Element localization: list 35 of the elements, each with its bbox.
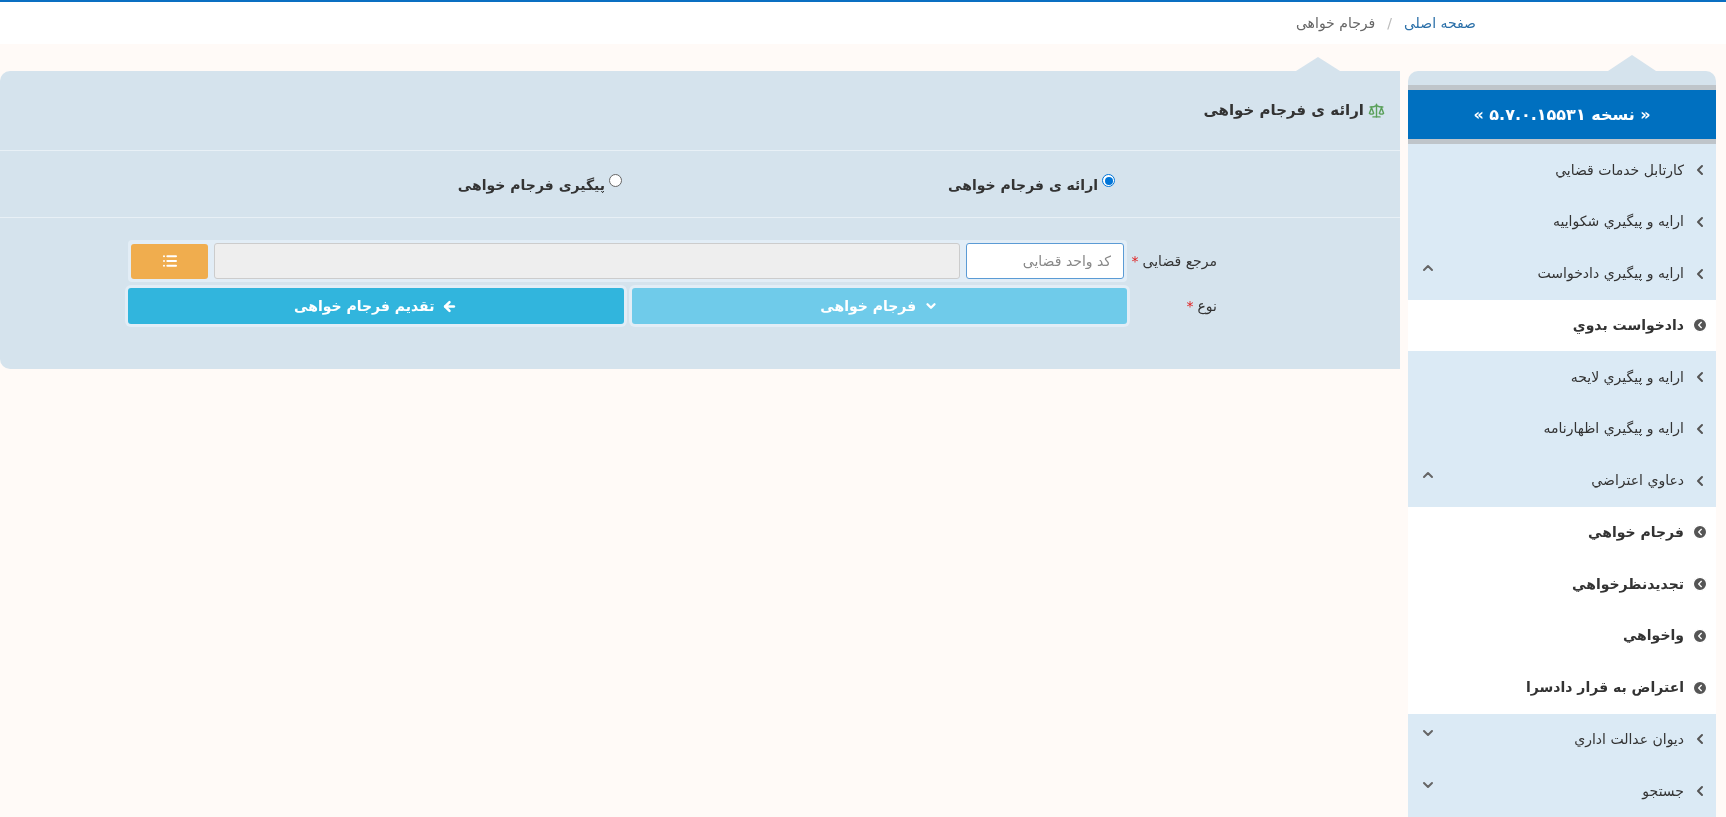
circle-chevron-icon <box>1692 679 1708 696</box>
court-name-field[interactable] <box>214 243 960 279</box>
circle-chevron-icon <box>1692 317 1708 334</box>
circle-chevron-icon <box>1692 627 1708 644</box>
field-label: نوع <box>1197 296 1217 317</box>
radio-button[interactable] <box>1102 174 1115 187</box>
submenu-item[interactable]: تجديدنظرخواهي <box>1408 558 1716 611</box>
court-code-field[interactable]: کد واحد قضایی <box>966 243 1124 279</box>
breadcrumb-separator: / <box>1387 13 1392 33</box>
field-label: مرجع قضایی <box>1142 251 1217 272</box>
menu-item[interactable]: ديوان عدالت اداري <box>1408 713 1716 766</box>
menu-item[interactable]: دعاوي اعتراضي <box>1408 454 1716 507</box>
home-link[interactable]: صفحه اصلی <box>1403 12 1476 34</box>
menu-item[interactable]: ارايه و پيگيري دادخواست <box>1408 247 1716 300</box>
menu-item[interactable]: كارتابل خدمات قضايي <box>1408 144 1716 197</box>
scales-icon <box>1368 102 1385 119</box>
submenu-item[interactable]: اعتراض به قرار دادسرا <box>1408 661 1716 714</box>
list-icon <box>161 253 178 269</box>
circle-chevron-icon <box>1692 524 1708 541</box>
radio-label: ارائه ی فرجام خواهی <box>948 176 1098 196</box>
panel-title: ارائه ی فرجام خواهی <box>1203 100 1364 122</box>
menu-item[interactable]: ارايه و پيگيري شكواييه <box>1408 196 1716 248</box>
version-banner: « نسخه ۵.۷.۰.۱۵۵۳۱ » <box>1408 89 1716 140</box>
submenu-item[interactable]: فرجام خواهي <box>1408 506 1716 559</box>
menu-item[interactable]: ارايه و پيگيري اظهارنامه <box>1408 403 1716 455</box>
menu-item[interactable]: ارايه و پيگيري لايحه <box>1408 351 1716 404</box>
submenu-item[interactable]: واخواهي <box>1408 610 1716 662</box>
required-mark: * <box>1186 296 1194 316</box>
current-page-crumb: فرجام خواهی <box>1295 15 1376 31</box>
required-mark: * <box>1131 251 1139 271</box>
menu-item[interactable]: جستجو <box>1408 765 1716 817</box>
radio-label: پیگیری فرجام خواهی <box>457 176 605 196</box>
circle-chevron-icon <box>1692 576 1708 593</box>
submenu-item[interactable]: دادخواست بدوي <box>1408 299 1716 352</box>
radio-button[interactable] <box>609 174 622 187</box>
